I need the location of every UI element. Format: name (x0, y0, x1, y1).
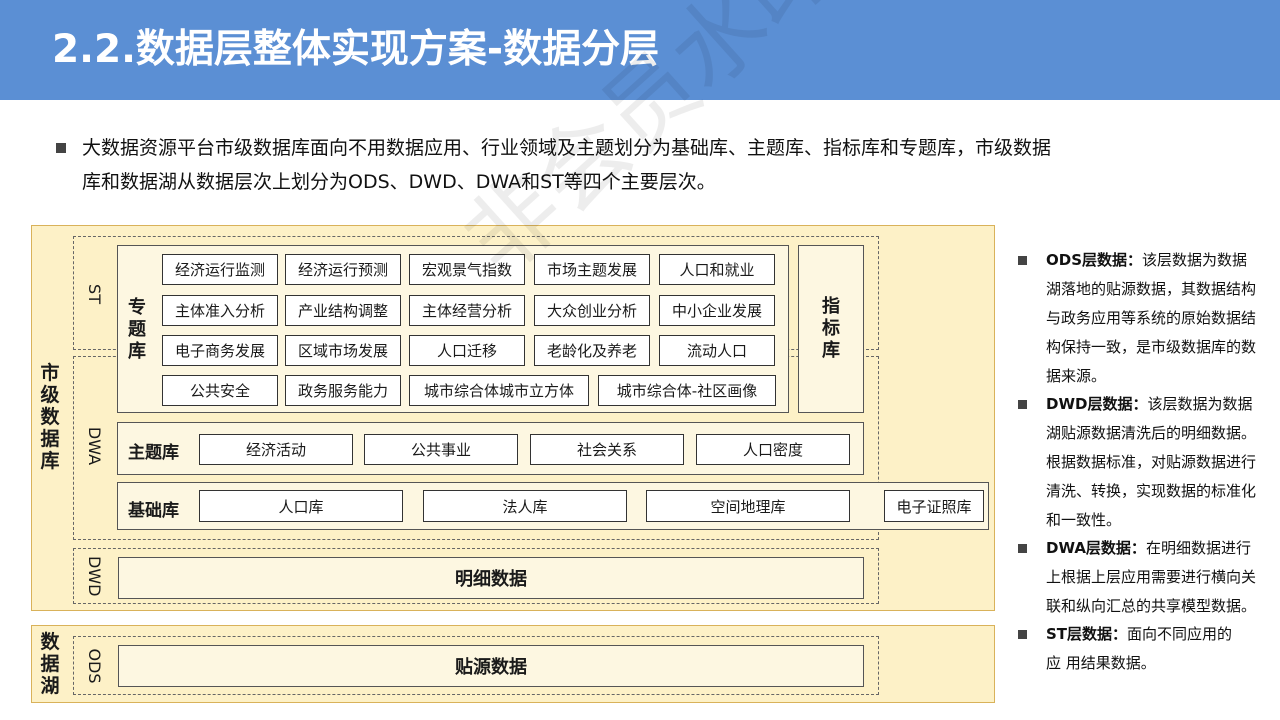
note-line: 清洗、转换，实现数据的标准化 (1046, 482, 1257, 500)
base-item: 电子证照库 (884, 490, 984, 522)
special-item: 产业结构调整 (285, 295, 401, 326)
note-line: 上根据上层应用需要进行横向关 (1046, 568, 1257, 586)
data-lake-label: 数据湖 (40, 631, 60, 697)
note-line: 该层数据为数据 (1142, 251, 1248, 269)
dwa-layer-label: DWA (85, 426, 104, 466)
base-item: 法人库 (423, 490, 627, 522)
special-item: 城市综合体-社区画像 (598, 375, 776, 406)
theme-item: 人口密度 (696, 434, 850, 465)
theme-item: 公共事业 (364, 434, 518, 465)
bullet-square-icon (1018, 400, 1027, 409)
note-line: 和一致性。 (1046, 511, 1122, 529)
note-line: 面向不同应用的 (1127, 625, 1233, 643)
note-line: 根据数据标准，对贴源数据进行 (1046, 453, 1257, 471)
note-line: 据来源。 (1046, 367, 1107, 385)
dwd-layer-label: DWD (85, 556, 104, 597)
intro-line-1: 大数据资源平台市级数据库面向不用数据应用、行业领域及主题划分为基础库、主题库、指… (82, 137, 1052, 159)
note-line: 湖落地的贴源数据，其数据结构 (1046, 280, 1257, 298)
bullet-square-icon (1018, 256, 1027, 265)
special-item: 宏观景气指数 (409, 254, 525, 285)
special-item: 主体经营分析 (409, 295, 525, 326)
bullet-square-icon (56, 143, 66, 153)
base-library-label: 基础库 (128, 501, 179, 521)
note-line: 构保持一致，是市级数据库的数 (1046, 338, 1257, 356)
source-data-box: 贴源数据 (118, 645, 864, 687)
note-head: DWA层数据： (1046, 539, 1146, 557)
note-line: 应 用结果数据。 (1046, 654, 1156, 672)
special-item: 经济运行预测 (285, 254, 401, 285)
special-item: 老龄化及养老 (534, 335, 650, 366)
detail-data-box: 明细数据 (118, 557, 864, 599)
note-line: 湖贴源数据清洗后的明细数据。 (1046, 424, 1257, 442)
special-item: 主体准入分析 (162, 295, 278, 326)
header-bar: 2.2.数据层整体实现方案-数据分层 (0, 0, 1280, 100)
indicator-library-label: 指标库 (822, 296, 840, 361)
theme-library-label: 主题库 (128, 443, 179, 463)
special-library-label: 专题库 (128, 297, 146, 362)
ods-layer-label: ODS (85, 648, 104, 684)
st-layer-label: ST (85, 284, 104, 304)
special-item: 人口和就业 (659, 254, 775, 285)
special-item: 市场主题发展 (534, 254, 650, 285)
intro-line-2: 库和数据湖从数据层次上划分为ODS、DWD、DWA和ST等四个主要层次。 (82, 171, 716, 193)
theme-item: 社会关系 (530, 434, 684, 465)
special-item: 电子商务发展 (162, 335, 278, 366)
page-title: 2.2.数据层整体实现方案-数据分层 (52, 27, 660, 72)
theme-item: 经济活动 (199, 434, 353, 465)
city-database-label: 市级数据库 (40, 362, 60, 472)
special-item: 中小企业发展 (659, 295, 775, 326)
special-item: 大众创业分析 (534, 295, 650, 326)
note-head: ST层数据： (1046, 625, 1128, 643)
base-item: 空间地理库 (646, 490, 850, 522)
special-item: 公共安全 (162, 375, 278, 406)
note-line: 在明细数据进行 (1145, 539, 1251, 557)
special-item: 城市综合体城市立方体 (409, 375, 589, 406)
bullet-square-icon (1018, 630, 1027, 639)
special-item: 政务服务能力 (285, 375, 401, 406)
special-item: 经济运行监测 (162, 254, 278, 285)
special-item: 流动人口 (659, 335, 775, 366)
bullet-square-icon (1018, 544, 1027, 553)
note-line: 该层数据为数据 (1147, 395, 1253, 413)
note-line: 联和纵向汇总的共享模型数据。 (1046, 597, 1257, 615)
special-item: 人口迁移 (409, 335, 525, 366)
special-item: 区域市场发展 (285, 335, 401, 366)
note-line: 与政务应用等系统的原始数据结 (1046, 309, 1257, 327)
base-item: 人口库 (199, 490, 403, 522)
note-head: DWD层数据： (1046, 395, 1148, 413)
note-head: ODS层数据： (1046, 251, 1143, 269)
